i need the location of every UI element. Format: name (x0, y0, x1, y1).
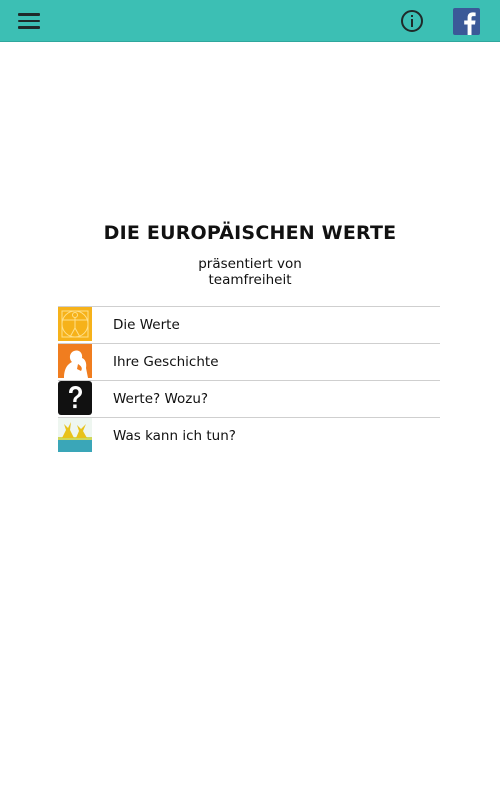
subtitle-author: teamfreiheit (208, 272, 292, 288)
vitruvian-man-icon (58, 307, 92, 341)
page-title: DIE EUROPÄISCHEN WERTE (103, 222, 397, 244)
main-menu-list: Die Werte Ihre Geschichte Werte? Wozu? W… (58, 306, 440, 454)
menu-bar-line (18, 26, 40, 29)
menu-item-label: Was kann ich tun? (113, 428, 236, 444)
menu-bar-line (18, 19, 40, 22)
menu-item-die-werte[interactable]: Die Werte (58, 306, 440, 343)
menu-item-werte-wozu[interactable]: Werte? Wozu? (58, 380, 440, 417)
facebook-icon (453, 8, 480, 35)
people-action-icon (58, 418, 92, 452)
menu-item-label: Werte? Wozu? (113, 391, 209, 407)
menu-item-label: Die Werte (113, 317, 180, 333)
info-button[interactable] (400, 9, 424, 33)
history-figure-icon (58, 344, 92, 378)
menu-item-was-kann-ich-tun[interactable]: Was kann ich tun? (58, 417, 440, 454)
page-subtitle: präsentiert von teamfreiheit (0, 256, 500, 288)
menu-item-label: Ihre Geschichte (113, 354, 219, 370)
menu-button[interactable] (18, 13, 40, 29)
question-mark-icon (58, 381, 92, 415)
menu-item-ihre-geschichte[interactable]: Ihre Geschichte (58, 343, 440, 380)
subtitle-line: präsentiert von (198, 256, 302, 272)
menu-bar-line (18, 13, 40, 16)
top-app-bar (0, 0, 500, 42)
info-circle-icon (401, 10, 423, 32)
facebook-button[interactable] (453, 8, 480, 35)
